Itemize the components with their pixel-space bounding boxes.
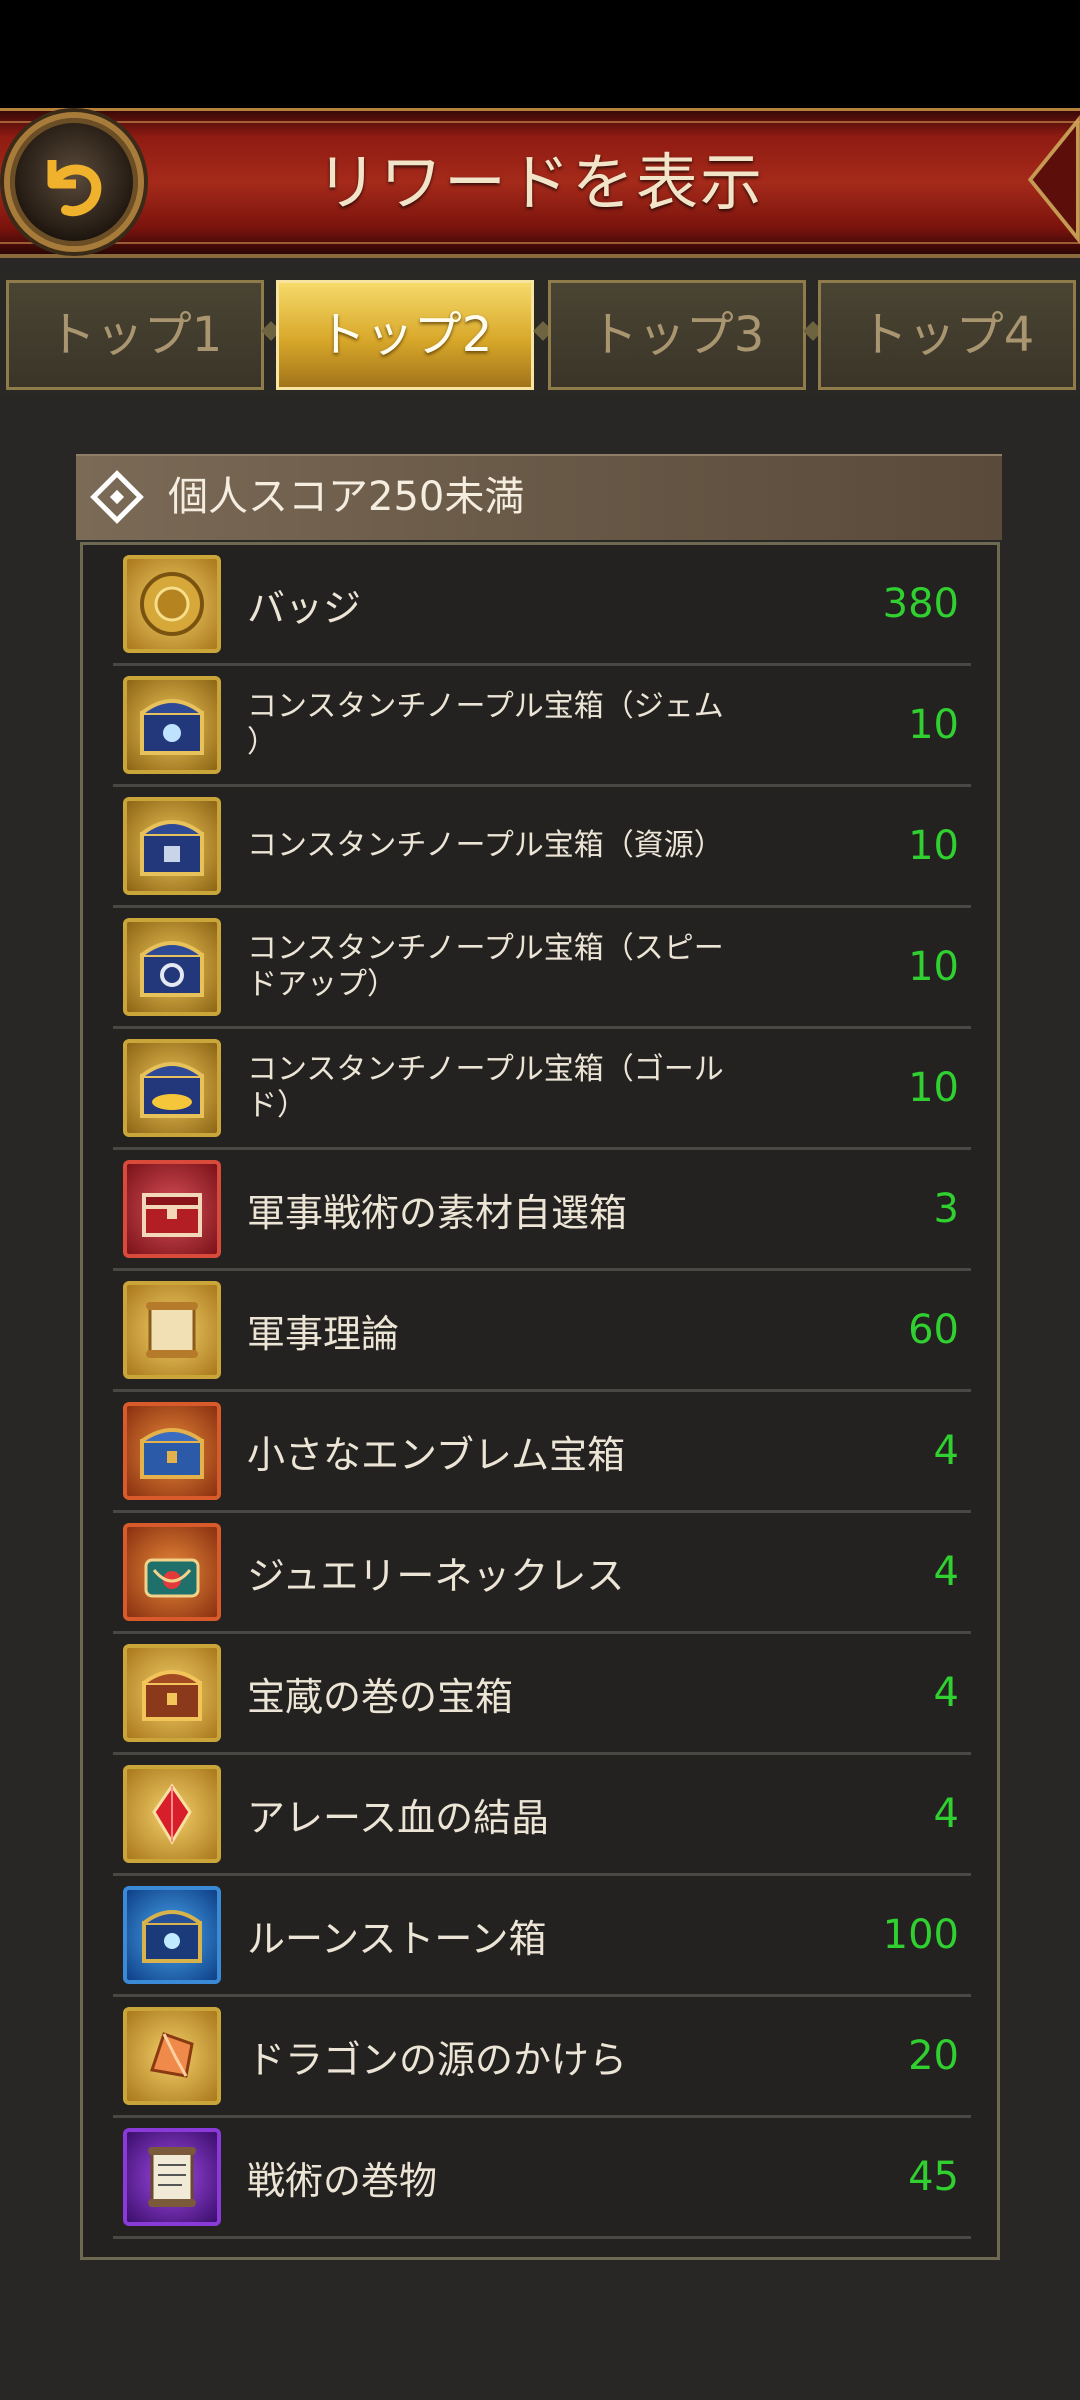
back-button[interactable] [4, 112, 144, 252]
badge-icon [123, 555, 221, 653]
diamond-icon [90, 470, 144, 524]
back-arrow-icon [47, 160, 102, 217]
blue-chest-icon [123, 1402, 221, 1500]
scroll-icon [123, 1281, 221, 1379]
reward-name: コンスタンチノープル宝箱（スピー ドアップ） [247, 931, 724, 1002]
reward-quantity: 60 [908, 1307, 959, 1353]
reward-name: 軍事理論 [247, 1311, 400, 1356]
reward-quantity: 10 [908, 1065, 959, 1111]
tab-bar: トップ1 トップ2 トップ3 トップ4 [0, 272, 1080, 398]
reward-name: 戦術の巻物 [247, 2158, 438, 2203]
reward-row: 宝蔵の巻の宝箱 4 [113, 1634, 971, 1755]
reward-row: ジュエリーネックレス 4 [113, 1513, 971, 1634]
tab-top4[interactable]: トップ4 [818, 280, 1076, 390]
tab-top1[interactable]: トップ1 [6, 280, 264, 390]
reward-row: バッジ 380 [113, 545, 971, 666]
reward-quantity: 4 [933, 1549, 959, 1595]
page-title: リワードを表示 [315, 146, 764, 219]
reward-quantity: 4 [933, 1428, 959, 1474]
section-header: 個人スコア250未満 [76, 454, 1002, 540]
reward-name: 軍事戦術の素材自選箱 [247, 1190, 628, 1235]
runestone-box-icon [123, 1886, 221, 1984]
gem-chest-icon [123, 676, 221, 774]
reward-quantity: 100 [882, 1912, 959, 1958]
treasure-chest-icon [123, 1644, 221, 1742]
reward-name: アレース血の結晶 [247, 1795, 550, 1840]
reward-quantity: 20 [908, 2033, 959, 2079]
reward-row: 軍事理論 60 [113, 1271, 971, 1392]
reward-row: コンスタンチノープル宝箱（ジェム ） 10 [113, 666, 971, 787]
reward-quantity: 45 [908, 2154, 959, 2200]
reward-list: バッジ 380 コンスタンチノープル宝箱（ジェム ） 10 コンスタンチノープル… [80, 542, 1000, 2260]
reward-quantity: 4 [933, 1791, 959, 1837]
reward-name: 小さなエンブレム宝箱 [247, 1432, 626, 1477]
gold-chest-icon [123, 1039, 221, 1137]
reward-row: コンスタンチノープル宝箱（ゴール ド） 10 [113, 1029, 971, 1150]
header-ornament-icon [1027, 115, 1080, 245]
section-title: 個人スコア250未満 [168, 474, 525, 520]
blood-crystal-icon [123, 1765, 221, 1863]
reward-name: コンスタンチノープル宝箱（ゴール ド） [247, 1052, 724, 1123]
reward-quantity: 380 [882, 581, 959, 627]
reward-row: ルーンストーン箱 100 [113, 1876, 971, 1997]
reward-row: ドラゴンの源のかけら 20 [113, 1997, 971, 2118]
reward-quantity: 10 [908, 702, 959, 748]
reward-row: アレース血の結晶 4 [113, 1755, 971, 1876]
reward-row: コンスタンチノープル宝箱（資源） 10 [113, 787, 971, 908]
speedup-chest-icon [123, 918, 221, 1016]
reward-row: コンスタンチノープル宝箱（スピー ドアップ） 10 [113, 908, 971, 1029]
reward-row: 戦術の巻物 45 [113, 2118, 971, 2239]
tab-top3[interactable]: トップ3 [548, 280, 806, 390]
reward-name: ジュエリーネックレス [247, 1553, 625, 1598]
resource-chest-icon [123, 797, 221, 895]
dragon-shard-icon [123, 2007, 221, 2105]
reward-quantity: 4 [933, 1670, 959, 1716]
reward-quantity: 10 [908, 944, 959, 990]
status-bar [0, 0, 1080, 108]
reward-row: 軍事戦術の素材自選箱 3 [113, 1150, 971, 1271]
tab-top2[interactable]: トップ2 [276, 280, 534, 390]
reward-quantity: 10 [908, 823, 959, 869]
red-chest-icon [123, 1160, 221, 1258]
reward-name: ドラゴンの源のかけら [247, 2037, 628, 2082]
reward-name: ルーンストーン箱 [247, 1916, 547, 1961]
reward-row: 小さなエンブレム宝箱 4 [113, 1392, 971, 1513]
reward-name: コンスタンチノープル宝箱（資源） [247, 828, 724, 863]
reward-quantity: 3 [933, 1186, 959, 1232]
necklace-icon [123, 1523, 221, 1621]
reward-name: 宝蔵の巻の宝箱 [247, 1674, 514, 1719]
reward-name: コンスタンチノープル宝箱（ジェム ） [247, 689, 724, 760]
reward-name: バッジ [247, 585, 362, 630]
tactics-scroll-icon [123, 2128, 221, 2226]
